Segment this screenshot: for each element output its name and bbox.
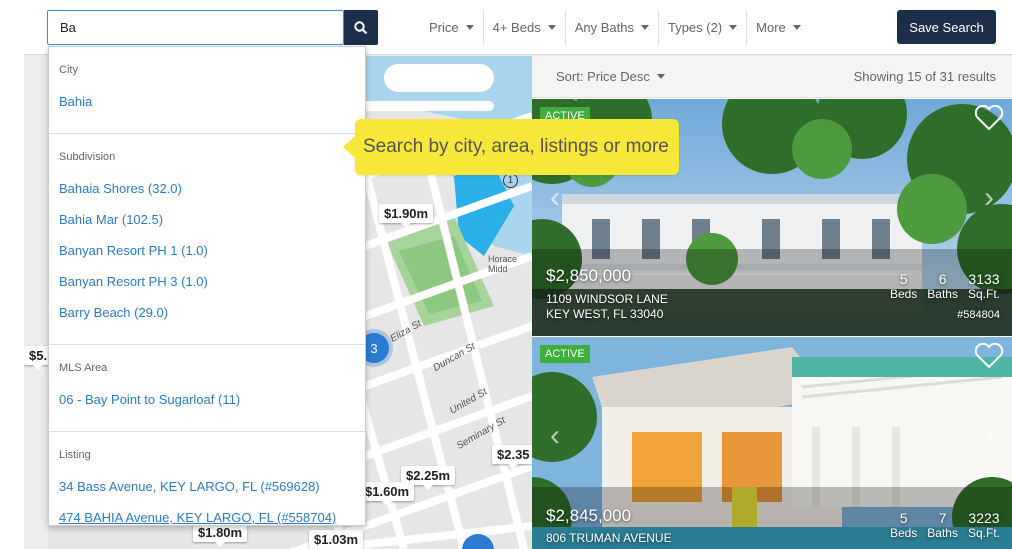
heart-icon[interactable] <box>974 343 1004 369</box>
group-heading: MLS Area <box>59 362 108 374</box>
listing-address: 806 TRUMAN AVENUE <box>546 531 672 545</box>
price-pin[interactable]: $2.35 <box>492 445 532 469</box>
mls-number: #584804 <box>957 309 1000 321</box>
filter-label: Price <box>429 20 459 35</box>
suggestion-item[interactable]: 06 - Bay Point to Sugarloaf (11) <box>49 384 365 415</box>
baths-label: Baths <box>927 526 958 540</box>
suggestion-item[interactable]: Bahia Mar (102.5) <box>49 204 365 235</box>
filter-bar: Price 4+ Beds Any Baths Types (2) More <box>420 10 810 45</box>
filter-label: More <box>756 20 786 35</box>
beds-label: Beds <box>889 526 918 540</box>
baths-value: 6 <box>938 271 947 287</box>
beds-label: Beds <box>889 287 918 301</box>
chevron-down-icon <box>729 25 738 30</box>
filter-label: 4+ Beds <box>492 20 541 35</box>
save-search-button[interactable]: Save Search <box>897 10 996 44</box>
filter-baths[interactable]: Any Baths <box>566 10 659 45</box>
group-heading: City <box>59 64 78 76</box>
sqft-value: 3133 <box>968 271 1000 287</box>
chevron-down-icon <box>547 25 556 30</box>
search-icon <box>354 20 368 34</box>
filter-types[interactable]: Types (2) <box>659 10 748 45</box>
listing-stats: 5 Beds 7 Baths 3223 Sq.Ft. <box>890 510 1000 540</box>
sort-label: Sort: Price Desc <box>556 69 650 84</box>
suggestion-item[interactable]: 474 BAHIA Avenue, KEY LARGO, FL (#558704… <box>49 502 365 525</box>
filter-label: Types (2) <box>667 20 723 35</box>
listing-stats: 5 Beds 6 Baths 3133 Sq.Ft. <box>890 271 1000 301</box>
chevron-right-icon[interactable]: › <box>984 181 994 215</box>
suggestion-group-listing: Listing 34 Bass Avenue, KEY LARGO, FL (#… <box>49 439 365 525</box>
suggestion-item[interactable]: Bahaia Shores (32.0) <box>49 173 365 204</box>
suggestion-group-subdivision: Subdivision Bahaia Shores (32.0) Bahia M… <box>49 141 365 345</box>
suggestion-group-city: City Bahia <box>49 54 365 134</box>
search-hint-tooltip: Search by city, area, listings or more <box>343 119 679 175</box>
listing-address: 1109 WINDSOR LANE <box>546 292 668 306</box>
sqft-value: 3223 <box>968 510 1000 526</box>
chevron-right-icon[interactable]: › <box>984 419 994 453</box>
chevron-down-icon <box>640 25 649 30</box>
baths-value: 7 <box>938 510 947 526</box>
beds-value: 5 <box>899 271 908 287</box>
suggestion-item[interactable]: Banyan Resort PH 1 (1.0) <box>49 235 365 266</box>
suggestion-item[interactable]: 34 Bass Avenue, KEY LARGO, FL (#569628) <box>49 471 365 502</box>
results-count: Showing 15 of 31 results <box>853 69 996 84</box>
chevron-down-icon <box>792 25 801 30</box>
screen: Eliza St Duncan St United St Seminary St… <box>0 0 1012 549</box>
left-edge <box>0 0 24 549</box>
suggestion-item[interactable]: Bahia <box>49 86 365 117</box>
group-heading: Subdivision <box>59 151 116 163</box>
heart-icon[interactable] <box>974 105 1004 131</box>
chevron-left-icon[interactable]: ‹ <box>550 419 560 453</box>
filter-label: Any Baths <box>574 20 634 35</box>
group-heading: Listing <box>59 449 91 461</box>
sort-dropdown[interactable]: Sort: Price Desc <box>556 69 665 84</box>
beds-value: 5 <box>899 510 908 526</box>
suggestion-item[interactable]: Barry Beach (29.0) <box>49 297 365 328</box>
map-marker: 1 <box>503 173 518 188</box>
status-badge: ACTIVE <box>540 345 590 363</box>
suggestion-group-mls-area: MLS Area 06 - Bay Point to Sugarloaf (11… <box>49 352 365 432</box>
price-pin[interactable]: $1.90m <box>379 204 434 228</box>
listing-price: $2,850,000 <box>546 266 632 285</box>
listing-price: $2,845,000 <box>546 506 632 525</box>
filter-more[interactable]: More <box>747 10 810 45</box>
listing-city: KEY WEST, FL 33040 <box>546 307 664 321</box>
search-suggestions: City Bahia Subdivision Bahaia Shores (32… <box>48 46 366 526</box>
filter-price[interactable]: Price <box>420 10 484 45</box>
filter-beds[interactable]: 4+ Beds <box>484 10 566 45</box>
search-box <box>47 10 344 45</box>
baths-label: Baths <box>927 287 958 301</box>
app: Eliza St Duncan St United St Seminary St… <box>24 0 1012 549</box>
street-label: Horace Midd <box>488 254 518 274</box>
sqft-label: Sq.Ft. <box>967 287 1000 301</box>
chevron-down-icon <box>465 25 474 30</box>
search-input[interactable] <box>48 11 343 44</box>
listing-card[interactable]: ACTIVE ‹ › $2,845,000 806 TRUMAN AVENUE … <box>532 337 1012 549</box>
chevron-left-icon[interactable]: ‹ <box>550 181 560 215</box>
price-pin[interactable]: $1.60m <box>360 482 415 506</box>
search-button[interactable] <box>344 10 378 45</box>
sqft-label: Sq.Ft. <box>967 526 1000 540</box>
price-pin[interactable]: $1.03m <box>309 530 364 549</box>
results-header: Sort: Price Desc Showing 15 of 31 result… <box>532 56 1012 98</box>
suggestion-item[interactable]: Banyan Resort PH 3 (1.0) <box>49 266 365 297</box>
chevron-down-icon <box>656 74 665 79</box>
